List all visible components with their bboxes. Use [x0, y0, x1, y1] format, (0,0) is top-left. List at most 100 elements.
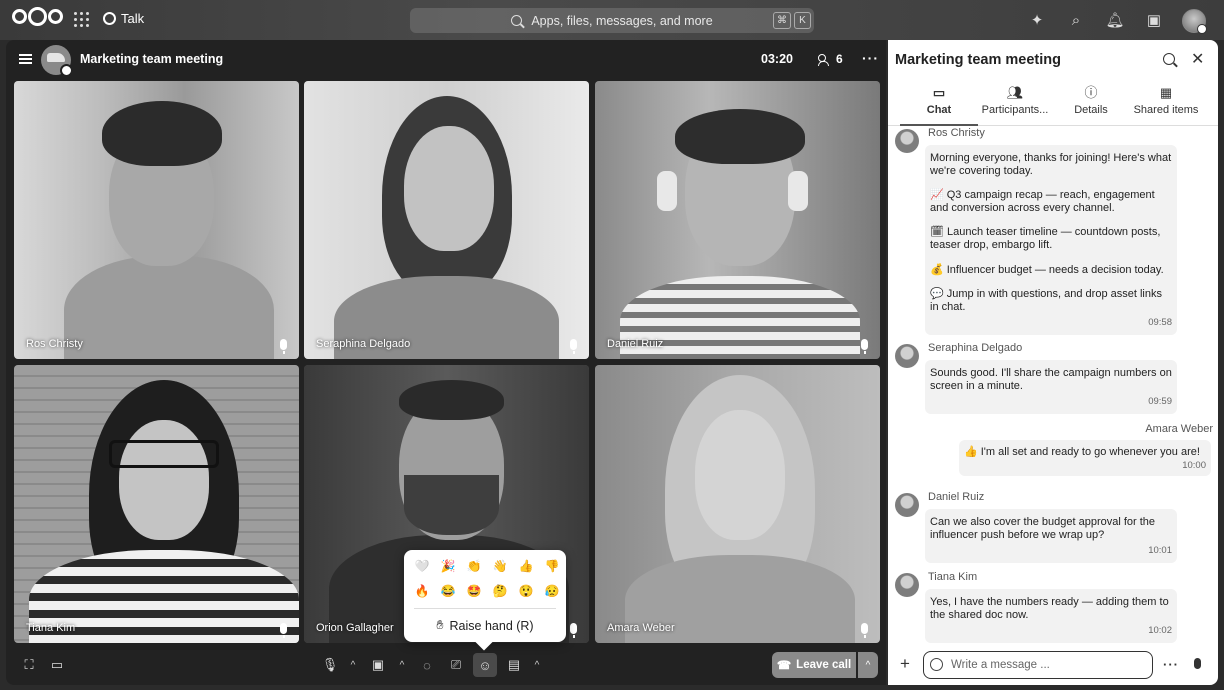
participants-icon	[818, 54, 831, 66]
participant-count: 6	[836, 52, 843, 66]
reaction-fire[interactable]: 🔥	[412, 584, 432, 598]
sidebar-title: Marketing team meeting	[895, 52, 1061, 68]
reactions-icon[interactable]: ☺	[473, 653, 497, 677]
tile-name: Ros Christy	[26, 338, 83, 350]
video-tile[interactable]: Seraphina Delgado	[304, 81, 589, 359]
audio-settings-chevron-icon[interactable]: ^	[346, 655, 360, 675]
search-icon[interactable]	[1163, 53, 1175, 65]
emoji-icon[interactable]	[930, 658, 943, 671]
reaction-thumbs-up[interactable]: 👍	[516, 559, 536, 573]
unified-search-input[interactable]: Apps, files, messages, and more ⌘ K	[410, 8, 814, 33]
message-input-placeholder: Write a message ...	[951, 659, 1050, 671]
reaction-surprised[interactable]: 😲	[516, 584, 536, 598]
message-bubble[interactable]: 👍 I'm all set and ready to go whenever y…	[959, 440, 1211, 476]
message-text: Yes, I have the numbers ready — adding t…	[930, 596, 1169, 621]
video-settings-chevron-icon[interactable]: ^	[395, 655, 409, 675]
video-tile[interactable]: Daniel Ruiz	[595, 81, 880, 359]
more-options-icon[interactable]: ···	[862, 50, 879, 66]
hand-icon: ✋︎	[436, 618, 444, 632]
leave-call-label: Leave call	[796, 659, 852, 671]
nextcloud-logo[interactable]	[12, 7, 63, 26]
menu-icon[interactable]	[19, 54, 32, 64]
voice-message-icon[interactable]	[1194, 658, 1201, 669]
microphone-icon	[861, 339, 868, 354]
video-tile[interactable]: Tiana Kim	[14, 365, 299, 643]
tab-label: Chat	[926, 104, 952, 116]
message-input[interactable]: Write a message ...	[923, 651, 1153, 679]
video-tile[interactable]: Ros Christy	[14, 81, 299, 359]
tab-details[interactable]: ⓘ Details	[1056, 84, 1126, 126]
message-list: Ros Christy Morning everyone, thanks for…	[888, 127, 1218, 647]
leave-call-button[interactable]: ☎ Leave call	[772, 652, 856, 678]
message-time: 10:01	[1148, 545, 1172, 557]
message-text: 💬 Jump in with questions, and drop asset…	[930, 288, 1162, 313]
more-options-icon[interactable]: ···	[1163, 657, 1179, 672]
message-author: Tiana Kim	[928, 571, 978, 583]
microphone-icon	[570, 623, 577, 638]
shortcut-key-k: K	[794, 12, 811, 29]
avatar[interactable]	[895, 573, 919, 597]
screen-share-icon[interactable]: ⎚	[445, 655, 467, 675]
background-blur-icon[interactable]: ◌	[416, 655, 438, 675]
more-controls-chevron-icon[interactable]: ^	[530, 655, 544, 675]
search-icon	[511, 15, 523, 26]
layout-icon[interactable]: ▭	[46, 655, 68, 675]
raise-hand-label: Raise hand (R)	[449, 618, 534, 633]
reaction-clap[interactable]: 👏	[464, 559, 484, 573]
notifications-icon[interactable]: 🔔︎	[1104, 10, 1126, 32]
microphone-off-icon[interactable]: 🎙︎	[319, 655, 341, 675]
message-text: 👍 I'm all set and ready to go whenever y…	[964, 446, 1200, 458]
tab-shared-items[interactable]: ▦ Shared items	[1130, 84, 1202, 126]
reaction-thumbs-down[interactable]: 👎	[542, 559, 562, 573]
reaction-laugh[interactable]: 😂	[438, 584, 458, 598]
message-time: 09:59	[1148, 396, 1172, 408]
message-bubble[interactable]: Can we also cover the budget approval fo…	[925, 509, 1177, 563]
message-bubble[interactable]: Morning everyone, thanks for joining! He…	[925, 145, 1177, 335]
captions-icon[interactable]: ▤	[503, 655, 525, 675]
assistant-icon[interactable]: ✦	[1026, 10, 1048, 32]
user-avatar[interactable]	[1182, 9, 1207, 34]
tile-name: Seraphina Delgado	[316, 338, 411, 350]
avatar[interactable]	[895, 344, 919, 368]
shortcut-key-cmd: ⌘	[773, 12, 791, 29]
participants-icon: 👥︎	[1006, 85, 1024, 100]
call-title: Marketing team meeting	[80, 52, 224, 66]
reaction-thinking[interactable]: 🤔	[490, 584, 510, 598]
reaction-heart[interactable]: 🤍	[412, 559, 432, 573]
message-text: 💰 Influencer budget — needs a decision t…	[930, 263, 1164, 276]
video-tile[interactable]: Amara Weber	[595, 365, 880, 643]
shared-items-icon: ▦	[1159, 85, 1173, 100]
reaction-star-eyes[interactable]: 🤩	[464, 584, 484, 598]
message-bubble[interactable]: Yes, I have the numbers ready — adding t…	[925, 589, 1177, 643]
message-composer: + Write a message ... ···	[888, 646, 1218, 685]
sidebar-tabs: ▭ Chat 👥︎ Participants... ⓘ Details ▦ Sh…	[888, 84, 1218, 126]
search-icon[interactable]: ⌕	[1065, 10, 1087, 32]
contacts-icon[interactable]: ▣	[1143, 10, 1165, 32]
raise-hand-button[interactable]: ✋︎ Raise hand (R)	[404, 618, 566, 633]
message-time: 09:58	[1148, 317, 1172, 329]
app-menu-icon[interactable]	[74, 12, 90, 28]
add-attachment-icon[interactable]: +	[900, 655, 910, 672]
reaction-party[interactable]: 🎉	[438, 559, 458, 573]
fullscreen-icon[interactable]: ⛶	[18, 655, 40, 675]
tab-chat[interactable]: ▭ Chat	[900, 84, 978, 126]
tile-name: Tiana Kim	[26, 622, 76, 634]
tile-name: Amara Weber	[607, 622, 675, 634]
tab-label: Details	[1074, 104, 1108, 116]
tile-name: Orion Gallagher	[316, 622, 394, 634]
reaction-wave[interactable]: 👋	[490, 559, 510, 573]
reaction-sad[interactable]: 😥	[542, 584, 562, 598]
talk-app-link[interactable]: Talk	[103, 11, 144, 26]
talk-icon	[103, 12, 116, 25]
close-icon[interactable]: ✕	[1191, 49, 1204, 69]
message-text: 🗓 Launch teaser timeline — countdown pos…	[930, 226, 1161, 251]
leave-options-chevron-icon[interactable]: ^	[858, 652, 878, 678]
avatar[interactable]	[895, 129, 919, 153]
camera-off-icon[interactable]: ▣	[367, 655, 389, 675]
tab-participants[interactable]: 👥︎ Participants...	[976, 84, 1054, 126]
message-bubble[interactable]: Sounds good. I'll share the campaign num…	[925, 360, 1177, 414]
call-header: Marketing team meeting 03:20 6 ···	[6, 40, 886, 78]
avatar[interactable]	[895, 493, 919, 517]
info-icon: ⓘ	[1084, 85, 1098, 100]
participants-button[interactable]: 6	[818, 52, 843, 66]
